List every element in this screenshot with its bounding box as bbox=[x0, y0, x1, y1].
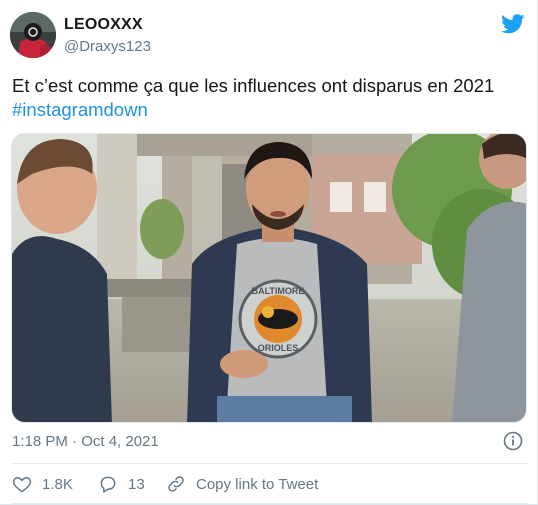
tweet-text: Et c’est comme ça que les influences ont… bbox=[12, 74, 532, 122]
divider bbox=[12, 463, 528, 464]
user-handle[interactable]: @Draxys123 bbox=[64, 38, 151, 55]
copy-link-label: Copy link to Tweet bbox=[196, 475, 319, 493]
display-name[interactable]: LEOOXXX bbox=[64, 16, 143, 34]
reply-button[interactable]: 13 bbox=[98, 473, 145, 495]
tweet-timestamp[interactable]: 1:18 PM · Oct 4, 2021 bbox=[12, 433, 159, 450]
reply-bubble-icon bbox=[100, 476, 116, 493]
copy-link-button[interactable]: Copy link to Tweet bbox=[166, 473, 318, 495]
shirt-text-bottom: ORIOLES bbox=[258, 343, 299, 353]
like-button[interactable]: 1.8K bbox=[12, 473, 73, 495]
divider bbox=[12, 503, 528, 504]
tweet-actions: 1.8K 13 Copy link to Tweet bbox=[12, 473, 528, 495]
hashtag-link[interactable]: #instagramdown bbox=[12, 98, 532, 122]
reply-count: 13 bbox=[128, 475, 145, 493]
tweet-body: Et c’est comme ça que les influences ont… bbox=[12, 75, 495, 96]
twitter-bird-icon[interactable] bbox=[501, 14, 525, 34]
tweet-media-image[interactable]: BALTIMORE ORIOLES bbox=[11, 133, 527, 423]
shirt-text-top: BALTIMORE bbox=[252, 286, 305, 296]
link-icon bbox=[168, 476, 184, 492]
avatar[interactable] bbox=[10, 12, 56, 58]
heart-icon bbox=[12, 476, 32, 493]
tweet-card: LEOOXXX @Draxys123 Et c’est comme ça que… bbox=[0, 0, 538, 505]
info-icon[interactable] bbox=[503, 431, 523, 451]
like-count: 1.8K bbox=[42, 475, 73, 493]
